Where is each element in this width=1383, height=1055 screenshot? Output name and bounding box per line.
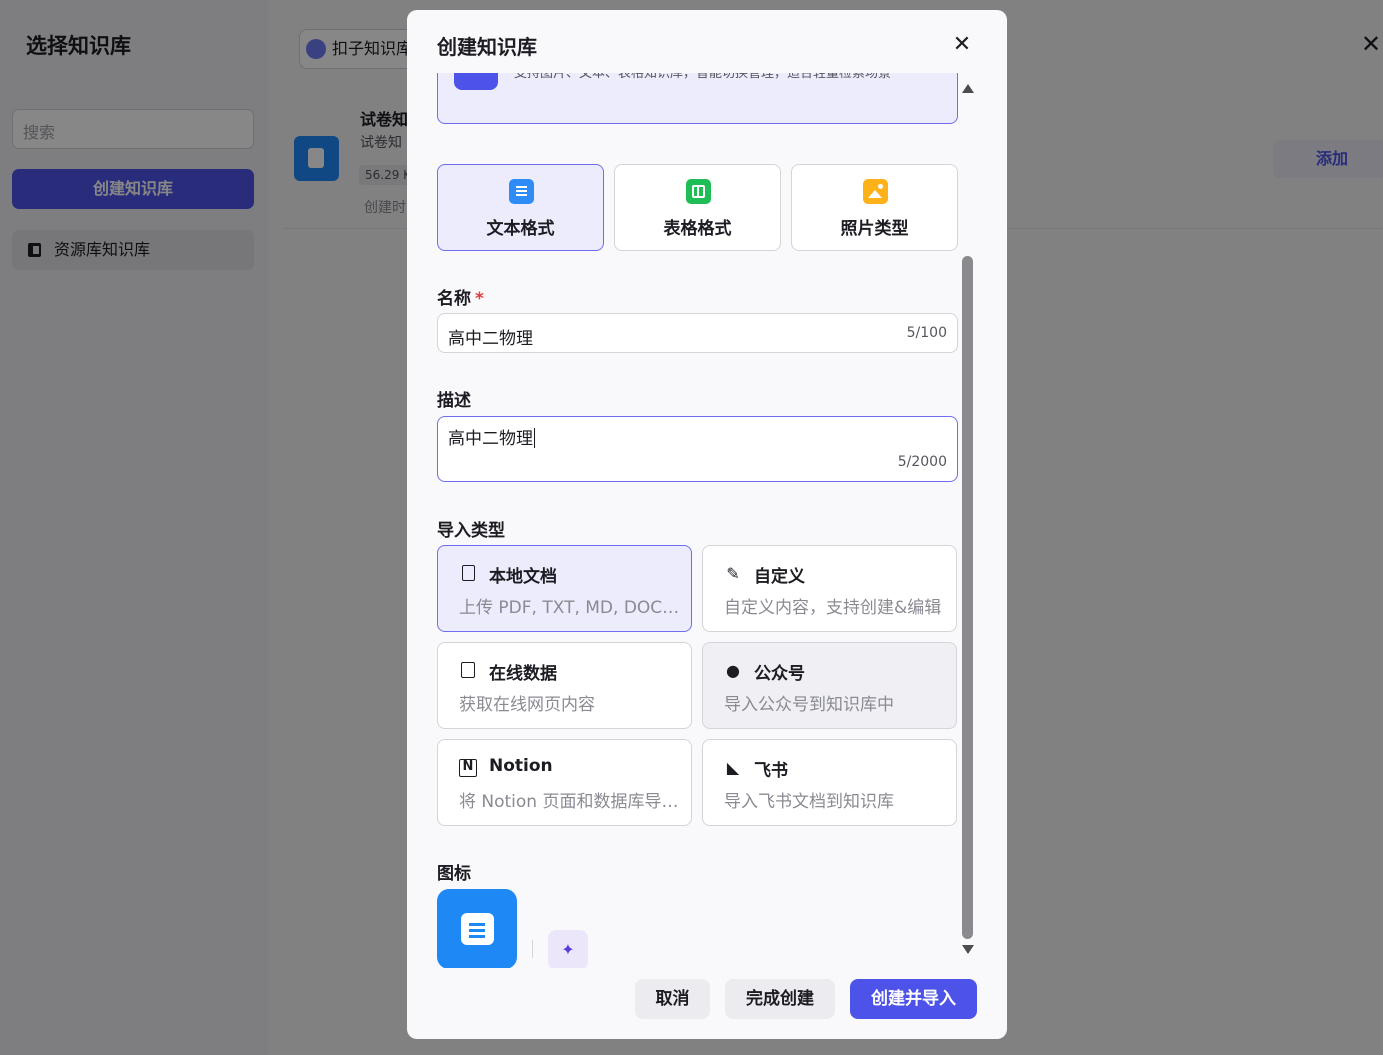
create-and-import-button[interactable]: 创建并导入 [850, 979, 977, 1019]
format-label: 表格格式 [663, 219, 732, 239]
import-wechat[interactable]: ● 公众号 导入公众号到知识库中 [702, 642, 957, 729]
scrollbar[interactable] [960, 84, 974, 964]
name-label: 名称 * [437, 284, 484, 309]
knowledge-type-desc: 支持图片、文本、表格知识库，智能切换管理，适合轻量检索场景 [514, 73, 892, 81]
description-value: 高中二物理 [448, 424, 535, 449]
cancel-button[interactable]: 取消 [635, 979, 710, 1019]
description-text: 高中二物理 [448, 429, 533, 449]
ai-generate-icon[interactable]: ✦ [548, 930, 588, 968]
local-doc-icon [459, 565, 477, 583]
import-desc: 将 Notion 页面和数据库导入到知识库中 [459, 792, 681, 812]
import-feishu[interactable]: ◣ 飞书 导入飞书文档到知识库 [702, 739, 957, 826]
knowledge-icon-picker[interactable] [437, 889, 517, 968]
import-custom[interactable]: ✎ 自定义 自定义内容，支持创建&编辑 [702, 545, 957, 632]
format-label: 文本格式 [486, 219, 555, 239]
description-char-count: 5/2000 [897, 454, 947, 470]
text-doc-icon [509, 179, 534, 204]
import-desc: 导入飞书文档到知识库 [724, 792, 894, 812]
import-type-label: 导入类型 [437, 521, 505, 541]
format-table-option[interactable]: 表格格式 [614, 164, 781, 251]
description-label: 描述 [437, 391, 471, 411]
table-icon [686, 179, 711, 204]
notion-icon: N [459, 759, 477, 777]
import-local-doc[interactable]: 本地文档 上传 PDF, TXT, MD, DOC, DOCX 格式的本地文件 [437, 545, 692, 632]
modal-scroll-area[interactable]: 支持图片、文本、表格知识库，智能切换管理，适合轻量检索场景 文本格式 表格格式 … [437, 73, 958, 968]
knowledge-type-card[interactable]: 支持图片、文本、表格知识库，智能切换管理，适合轻量检索场景 [437, 73, 958, 124]
wechat-icon: ● [726, 661, 740, 680]
name-label-text: 名称 [437, 289, 471, 309]
custom-edit-icon: ✎ [726, 564, 740, 583]
import-title: 本地文档 [489, 567, 557, 587]
import-notion[interactable]: N Notion 将 Notion 页面和数据库导入到知识库中 [437, 739, 692, 826]
scroll-up-arrow-icon[interactable] [962, 84, 974, 93]
icon-label: 图标 [437, 864, 471, 884]
close-icon[interactable]: ✕ [949, 32, 975, 58]
divider [532, 940, 533, 958]
description-field[interactable]: 高中二物理 5/2000 [437, 416, 958, 482]
format-label: 照片类型 [840, 219, 909, 239]
create-knowledge-modal: 创建知识库 ✕ 支持图片、文本、表格知识库，智能切换管理，适合轻量检索场景 文本… [407, 10, 1007, 1039]
modal-title: 创建知识库 [437, 35, 537, 59]
name-char-count: 5/100 [906, 325, 947, 341]
import-title: 自定义 [754, 567, 805, 587]
import-title: 公众号 [754, 664, 805, 684]
online-data-icon [459, 662, 477, 680]
import-title: Notion [489, 756, 553, 776]
format-text-option[interactable]: 文本格式 [437, 164, 604, 251]
import-title: 飞书 [754, 761, 788, 781]
import-online-data[interactable]: 在线数据 获取在线网页内容 [437, 642, 692, 729]
scroll-down-arrow-icon[interactable] [962, 945, 974, 954]
import-desc: 上传 PDF, TXT, MD, DOC, DOCX 格式的本地文件 [459, 598, 681, 618]
name-field[interactable]: 高中二物理 5/100 [437, 313, 958, 353]
required-mark: * [475, 289, 484, 309]
scrollbar-thumb[interactable] [962, 256, 973, 939]
format-photo-option[interactable]: 照片类型 [791, 164, 958, 251]
feishu-icon: ◣ [726, 758, 740, 777]
format-selector: 文本格式 表格格式 照片类型 [437, 164, 958, 251]
photo-icon [863, 179, 888, 204]
name-value: 高中二物理 [448, 329, 533, 349]
knowledge-type-icon [454, 73, 498, 90]
import-title: 在线数据 [489, 664, 557, 684]
finish-create-button[interactable]: 完成创建 [725, 979, 835, 1019]
import-desc: 获取在线网页内容 [459, 695, 595, 715]
import-desc: 导入公众号到知识库中 [724, 695, 894, 715]
text-caret [534, 428, 535, 448]
import-desc: 自定义内容，支持创建&编辑 [724, 598, 942, 618]
